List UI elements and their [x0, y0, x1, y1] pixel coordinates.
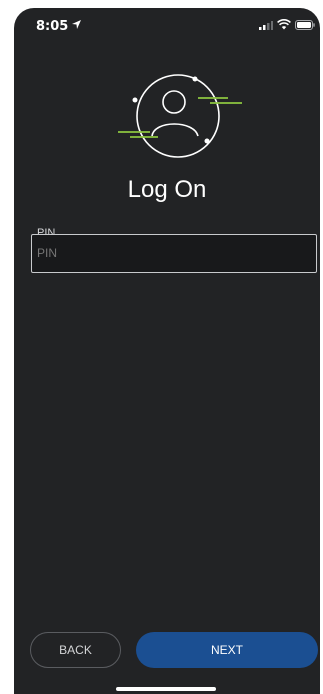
- page-title: Log On: [127, 176, 207, 203]
- back-button[interactable]: BACK: [30, 632, 121, 668]
- battery-icon: [295, 20, 315, 30]
- status-bar: 8:05: [14, 8, 320, 42]
- next-button[interactable]: NEXT: [136, 632, 318, 668]
- location-arrow-icon: [72, 20, 81, 29]
- home-indicator[interactable]: [116, 687, 216, 691]
- pin-input[interactable]: [37, 246, 307, 260]
- user-circle-icon: [118, 74, 242, 158]
- pin-field[interactable]: [31, 234, 317, 273]
- status-time: 8:05: [36, 19, 69, 34]
- app-screen: 8:05 Log On PIN PIN BACK NEXT: [14, 8, 320, 694]
- wifi-icon: [277, 19, 291, 30]
- signal-icon: [259, 21, 273, 30]
